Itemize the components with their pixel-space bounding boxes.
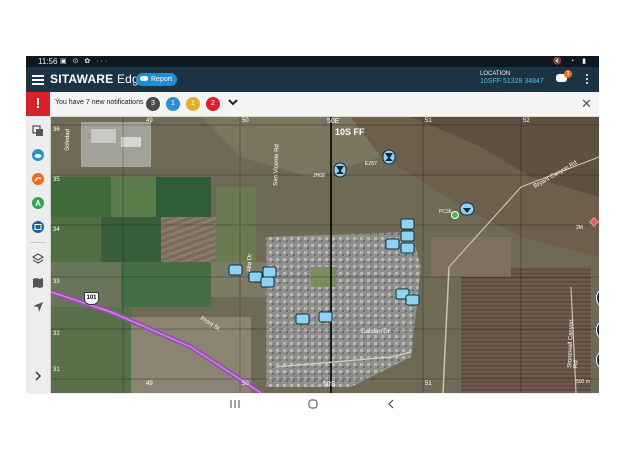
field (51, 217, 101, 262)
app-title: SITAWARE Edge (50, 72, 146, 86)
tablet-screen: 11:56 ▣ ⊙ ✿ ··· 🔇 ◔ ▮ SITAWARE Edge Repo… (26, 56, 599, 413)
app-bar: SITAWARE Edge Report LOCATION 10SFF 5132… (26, 67, 599, 92)
plus-icon (597, 320, 599, 340)
recent-apps-icon[interactable] (228, 398, 242, 410)
field (156, 177, 211, 217)
report-label: Report (151, 76, 173, 83)
grid-row-label: 35 (53, 177, 60, 183)
toolbar-divider (30, 242, 46, 243)
marker-label: PC36 (439, 209, 452, 215)
grid-col-label: 49 (146, 381, 153, 387)
grid-col-label: 49 (146, 118, 153, 124)
marker-label: JH09 (313, 173, 325, 179)
alert-icon: ! (26, 92, 50, 116)
field (51, 307, 131, 393)
chevron-down-icon[interactable] (228, 97, 238, 107)
locate-button[interactable] (596, 287, 599, 309)
zoom-in-button[interactable] (596, 319, 599, 341)
more-options-icon[interactable] (585, 74, 589, 86)
app-brand: SITAWARE (50, 72, 114, 86)
navigate-icon[interactable] (32, 301, 44, 313)
map-canvas (51, 117, 599, 393)
notification-bar: ! You have 7 new notifications 3 1 1 2 ✕ (26, 92, 599, 117)
scale-label: 500 m (576, 379, 590, 385)
highway-shield: 101 (84, 292, 99, 305)
back-icon[interactable] (384, 398, 398, 410)
notification-message: You have 7 new notifications (55, 99, 144, 106)
grid-row-label: 36 (53, 127, 60, 133)
zoom-out-button[interactable] (596, 349, 599, 371)
grid-zone-label: 10S FF (335, 127, 365, 137)
satellite-map[interactable]: 50E 10S FF 50S 49 50 51 52 49 50 51 36 3… (51, 117, 599, 393)
cloud-icon (140, 76, 148, 81)
location-readout: LOCATION 10SFF 51328 34847 (480, 71, 544, 85)
crosshair-icon (597, 288, 599, 308)
orange-route-icon[interactable] (32, 173, 44, 185)
chat-button[interactable]: 1 (556, 70, 572, 84)
building (121, 137, 141, 147)
grid-label-bottom: 50S (323, 381, 336, 388)
road-label: Gabilan Dr (361, 329, 390, 335)
grid-col-label: 51 (425, 118, 432, 124)
road-label: Alta Dr (246, 253, 254, 273)
position-dot[interactable] (451, 211, 459, 219)
field (51, 177, 111, 217)
grid-row-label: 32 (53, 331, 60, 337)
android-nav-bar (26, 393, 599, 413)
minus-icon (597, 350, 599, 370)
notification-count-blue[interactable]: 1 (166, 97, 180, 111)
grid-row-label: 31 (53, 367, 60, 373)
building (91, 129, 116, 143)
home-icon[interactable] (306, 398, 320, 410)
svg-text:A: A (35, 199, 41, 208)
field (161, 217, 216, 262)
cloud-icon[interactable] (32, 149, 44, 161)
android-status-bar: 11:56 ▣ ⊙ ✿ ··· 🔇 ◔ ▮ (26, 56, 599, 67)
status-system-icons: 🔇 ◔ ▮ (553, 58, 589, 65)
field (101, 217, 161, 262)
field (211, 262, 271, 297)
menu-icon[interactable] (32, 73, 44, 85)
grid-col-label: 50 (242, 118, 249, 124)
marker-label: 2M (576, 225, 583, 231)
report-button[interactable]: Report (136, 73, 178, 86)
blue-calendar-icon[interactable] (32, 221, 44, 233)
location-label: LOCATION (480, 71, 511, 77)
chat-badge: 1 (564, 70, 572, 78)
hostile-diamond-icon[interactable] (589, 212, 599, 232)
notification-count-yellow[interactable]: 1 (186, 97, 200, 111)
left-toolbar: A (26, 117, 51, 393)
notification-count-red[interactable]: 2 (206, 97, 220, 111)
grid-label-top: 50E (327, 118, 340, 125)
hostile-icon[interactable] (382, 149, 396, 165)
green-a-icon[interactable]: A (32, 197, 44, 209)
status-time: 11:56 (38, 57, 58, 66)
hostile-icon[interactable] (333, 162, 347, 178)
chevron-right-icon[interactable] (32, 370, 44, 382)
map-icon[interactable] (32, 277, 44, 289)
close-icon[interactable]: ✕ (581, 97, 592, 110)
grid-col-label: 50 (242, 381, 249, 387)
location-value: 10SFF 51328 34847 (480, 78, 544, 85)
field (111, 177, 156, 217)
field (216, 187, 256, 262)
grid-col-label: 52 (523, 118, 530, 124)
notification-count-gray[interactable]: 3 (146, 97, 160, 111)
layers-stack-icon[interactable] (32, 125, 44, 137)
road-label: Soledad (64, 128, 72, 152)
road-label: Stonewall Canyon Rd (567, 319, 580, 369)
field (121, 262, 211, 307)
grid-row-label: 34 (53, 227, 60, 233)
grid-col-label: 51 (425, 381, 432, 387)
friendly-icon[interactable] (459, 202, 475, 216)
grid-row-label: 33 (53, 279, 60, 285)
layers-icon[interactable] (32, 253, 44, 265)
status-notification-icons: ▣ ⊙ ✿ ··· (60, 58, 110, 65)
marker-label: EZ67 (365, 161, 377, 167)
